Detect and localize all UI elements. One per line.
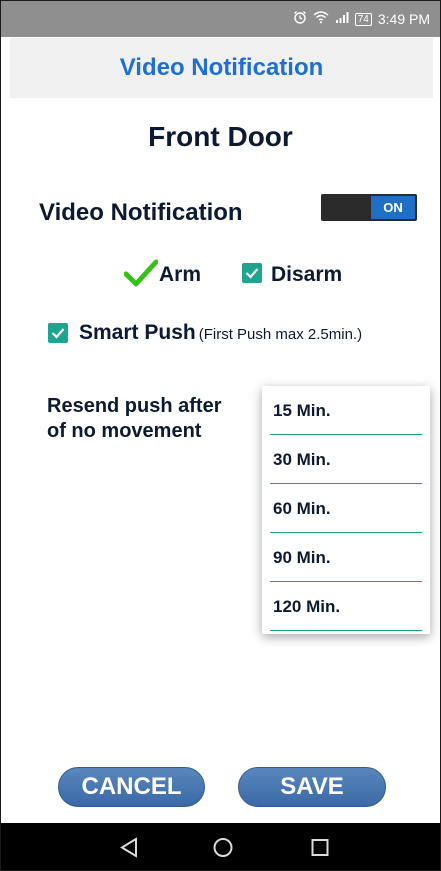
- back-icon[interactable]: [113, 823, 145, 871]
- app-screen: 74 3:49 PM Video Notification Front Door…: [0, 0, 441, 871]
- save-button[interactable]: SAVE: [238, 767, 386, 807]
- video-notification-toggle[interactable]: ON: [321, 194, 417, 221]
- navigation-bar: [1, 823, 440, 871]
- cancel-button[interactable]: CANCEL: [58, 767, 205, 807]
- dropdown-option[interactable]: 30 Min.: [262, 435, 430, 484]
- smart-push-title: Smart Push: [79, 321, 196, 344]
- toggle-thumb: ON: [371, 196, 415, 219]
- status-bar: 74 3:49 PM: [1, 1, 440, 37]
- recents-icon[interactable]: [304, 823, 336, 871]
- smart-push-label[interactable]: Smart Push (First Push max 2.5min.): [79, 321, 362, 345]
- disarm-label[interactable]: Disarm: [271, 263, 342, 287]
- dropdown-option[interactable]: 90 Min.: [262, 533, 430, 582]
- home-icon[interactable]: [207, 823, 239, 871]
- video-notification-label: Video Notification: [39, 199, 243, 226]
- arm-label[interactable]: Arm: [159, 263, 201, 287]
- device-name: Front Door: [148, 121, 293, 152]
- smart-push-note: (First Push max 2.5min.): [198, 326, 363, 343]
- dropdown-option-label: 60 Min.: [273, 499, 331, 518]
- dropdown-option[interactable]: 15 Min.: [262, 386, 430, 435]
- checkmark-icon: [245, 268, 259, 279]
- checkmark-icon: [51, 328, 65, 339]
- resend-label-line1: Resend push after: [47, 395, 222, 417]
- title-bar: Video Notification: [10, 38, 433, 98]
- signal-icon: [335, 11, 349, 27]
- page-title: Video Notification: [119, 54, 324, 81]
- dropdown-option-label: 90 Min.: [273, 548, 331, 567]
- status-time: 3:49 PM: [377, 11, 430, 27]
- dropdown-option-label: 30 Min.: [273, 450, 331, 469]
- battery-icon: 74: [354, 12, 372, 26]
- dropdown-option-label: 15 Min.: [273, 401, 331, 420]
- smart-push-checkbox[interactable]: [48, 323, 68, 343]
- check-icon[interactable]: [123, 259, 159, 287]
- disarm-checkbox[interactable]: [242, 263, 262, 283]
- alarm-icon: [293, 10, 307, 28]
- resend-interval-dropdown: 15 Min. 30 Min. 60 Min. 90 Min. 120 Min.: [262, 386, 430, 634]
- dropdown-option[interactable]: 60 Min.: [262, 484, 430, 533]
- resend-label-line2: of no movement: [47, 420, 202, 442]
- option-divider: [270, 630, 422, 631]
- wifi-icon: [313, 10, 329, 28]
- dropdown-option[interactable]: 120 Min.: [262, 582, 430, 631]
- resend-label: Resend push after of no movement: [47, 394, 257, 444]
- dropdown-option-label: 120 Min.: [273, 597, 341, 616]
